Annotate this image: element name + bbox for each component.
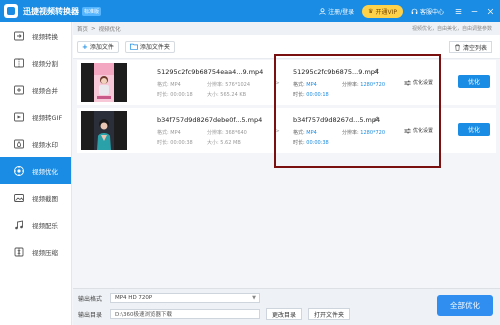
menu-button[interactable] (452, 5, 464, 17)
output-format-value: MP4 HD 720P (115, 295, 153, 301)
output-settings-footer: 输出格式 MP4 HD 720P ▼ 输出目录 D:\360极速浏览器下载 更改… (73, 288, 500, 325)
sidebar-item-video-optimize[interactable]: 视频优化 (0, 157, 71, 184)
support-label: 客服中心 (419, 8, 444, 16)
output-dir-value: D:\360极速浏览器下载 (115, 312, 172, 318)
app-logo-icon (4, 4, 18, 18)
source-size: 大小: 5.62 MB (207, 140, 241, 146)
video-merge-icon (12, 83, 26, 97)
sidebar: 视频转换 视频分割 视频合并 视频转GIF 视频水印 视频优化 视频截图 视频配… (0, 22, 72, 325)
source-duration: 时长: 00:00:18 (157, 92, 193, 98)
video-screenshot-icon (12, 191, 26, 205)
title-bar: 迅捷视频转换器 标准版 注册/登录 ♛ 开通VIP 客服中心 (0, 0, 500, 22)
output-dir-label: 输出目录 (78, 312, 103, 319)
output-dir-field[interactable]: D:\360极速浏览器下载 (110, 309, 260, 319)
minimize-button[interactable] (468, 5, 480, 17)
breadcrumb-separator: > (91, 25, 96, 32)
sidebar-item-video-watermark[interactable]: 视频水印 (0, 130, 71, 157)
sidebar-item-video-music[interactable]: 视频配乐 (0, 211, 71, 238)
support-link[interactable]: 客服中心 (411, 7, 444, 16)
breadcrumb-home[interactable]: 首页 (77, 25, 88, 33)
add-file-button[interactable]: + 添加文件 (77, 40, 119, 53)
vip-button[interactable]: ♛ 开通VIP (362, 4, 403, 18)
sidebar-item-label: 视频配乐 (32, 221, 58, 230)
clear-list-button[interactable]: 清空列表 (448, 41, 492, 53)
open-folder-button[interactable]: 打开文件夹 (308, 308, 351, 320)
source-format: 格式: MP4 (157, 130, 181, 136)
chevron-down-icon: ▼ (252, 295, 256, 301)
source-format: 格式: MP4 (157, 82, 181, 88)
sidebar-item-label: 视频分割 (32, 59, 58, 68)
sidebar-item-label: 视频优化 (32, 167, 58, 176)
app-title: 迅捷视频转换器 (23, 6, 79, 16)
video-thumbnail-image (94, 63, 114, 102)
source-file-name: 51295c2fc9b68754eaa4...9.mp4 (157, 68, 264, 76)
login-link[interactable]: 注册/登录 (319, 7, 354, 16)
sidebar-item-label: 视频转GIF (32, 113, 63, 122)
sidebar-item-label: 视频转换 (32, 32, 58, 41)
breadcrumb-current: 视频优化 (98, 26, 121, 33)
source-resolution: 分辨率: 368*640 (207, 130, 247, 136)
crown-icon: ♛ (368, 7, 374, 15)
video-gif-icon (12, 110, 26, 124)
video-thumbnail[interactable] (81, 111, 127, 150)
plus-icon: + (82, 42, 88, 51)
trash-icon (455, 44, 460, 51)
sidebar-item-video-compress[interactable]: 视频压缩 (0, 238, 71, 265)
clear-list-label: 清空列表 (462, 44, 487, 52)
video-watermark-icon (12, 137, 26, 151)
video-thumbnail[interactable] (81, 63, 127, 102)
video-music-icon (12, 218, 26, 232)
video-optimize-icon (12, 164, 26, 178)
close-button[interactable] (484, 5, 496, 17)
source-size: 大小: 565.24 KB (207, 92, 247, 98)
video-thumbnail-image (94, 111, 114, 150)
sidebar-item-label: 视频合并 (32, 86, 58, 95)
optimize-button[interactable]: 优化 (458, 123, 490, 136)
breadcrumb: 首页 > 视频优化 视频优化，自由美化，自由调整参数 (73, 22, 500, 35)
optimize-button[interactable]: 优化 (458, 75, 490, 88)
sidebar-item-label: 视频压缩 (32, 248, 58, 257)
breadcrumb-hint: 视频优化，自由美化，自由调整参数 (411, 26, 492, 32)
vip-label: 开通VIP (375, 8, 397, 16)
source-file-name: b34f757d9d8267debe0f...5.mp4 (157, 116, 263, 124)
video-convert-icon (12, 29, 26, 43)
add-folder-button[interactable]: 添加文件夹 (124, 40, 175, 53)
menu-icon (455, 8, 461, 14)
add-folder-label: 添加文件夹 (139, 44, 170, 51)
output-format-select[interactable]: MP4 HD 720P ▼ (110, 293, 260, 303)
optimize-all-button[interactable]: 全部优化 (437, 295, 493, 316)
sidebar-item-video-gif[interactable]: 视频转GIF (0, 103, 71, 130)
headset-icon (411, 8, 418, 14)
change-dir-button[interactable]: 更改目录 (266, 308, 303, 320)
sidebar-item-video-convert[interactable]: 视频转换 (0, 22, 71, 49)
output-format-label: 输出格式 (78, 296, 103, 303)
source-resolution: 分辨率: 576*1024 (207, 82, 251, 88)
folder-icon (129, 43, 138, 50)
minimize-icon (471, 10, 477, 12)
sidebar-item-video-split[interactable]: 视频分割 (0, 49, 71, 76)
sidebar-item-video-merge[interactable]: 视频合并 (0, 76, 71, 103)
source-duration: 时长: 00:00:38 (157, 140, 193, 146)
sidebar-item-video-screenshot[interactable]: 视频截图 (0, 184, 71, 211)
user-icon (319, 7, 326, 15)
sidebar-item-label: 视频截图 (32, 194, 58, 203)
sidebar-item-label: 视频水印 (32, 140, 58, 149)
edition-badge: 标准版 (82, 6, 102, 16)
highlight-box (274, 54, 441, 168)
add-file-label: 添加文件 (89, 44, 114, 51)
video-compress-icon (12, 245, 26, 259)
login-label: 注册/登录 (328, 8, 355, 16)
video-split-icon (12, 56, 26, 70)
close-icon (487, 8, 493, 14)
